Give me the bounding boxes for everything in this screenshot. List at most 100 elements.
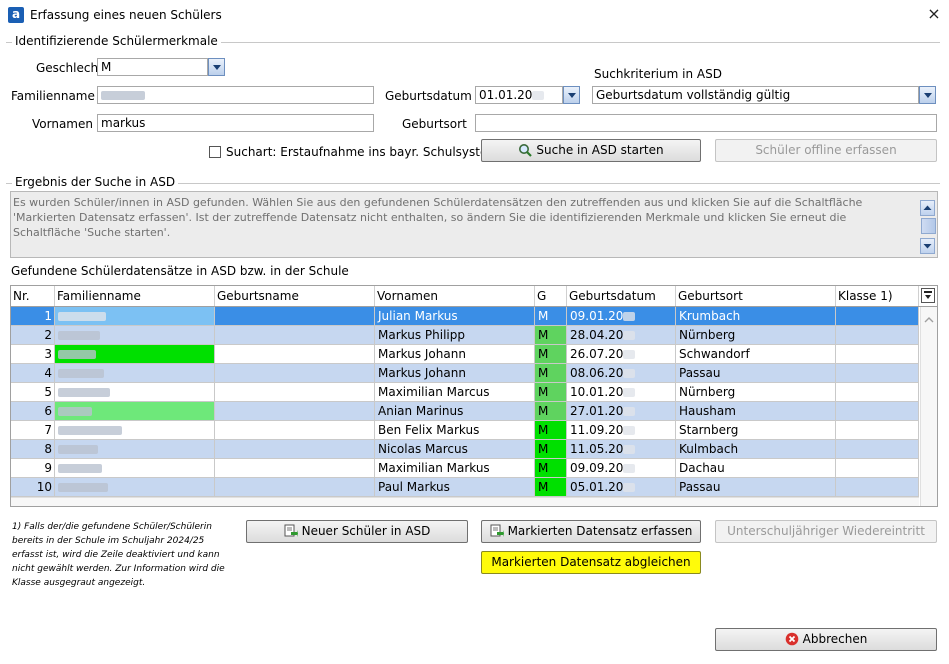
col-header-geburtsort[interactable]: Geburtsort [676, 286, 836, 306]
redacted-familienname [58, 312, 106, 321]
redacted-year [623, 464, 636, 473]
reentry-button[interactable]: Unterschuljähriger Wiedereintritt [715, 520, 937, 543]
geschlecht-dropdown-icon[interactable] [208, 58, 225, 76]
cell-klasse [836, 307, 919, 326]
cell-nr: 9 [11, 459, 55, 478]
cell-geschlecht: M [535, 459, 567, 478]
geschlecht-select[interactable]: M [97, 58, 208, 76]
cell-nr: 1 [11, 307, 55, 326]
table-row[interactable]: 9 Maximilian Markus M 09.09.20 Dachau [11, 459, 919, 478]
info-scroll-down-icon[interactable] [920, 238, 935, 254]
cell-geburtsort: Krumbach [676, 307, 836, 326]
cancel-icon [785, 632, 798, 646]
cell-familienname [55, 345, 215, 364]
redacted-familienname [58, 350, 96, 359]
geburtsdatum-text: 26.07.20 [570, 347, 624, 361]
geburtsdatum-value: 01.01.20 [479, 88, 533, 102]
geburtsdatum-label: Geburtsdatum [385, 89, 472, 103]
table-row[interactable]: 3 Markus Johann M 26.07.20 Schwandorf [11, 345, 919, 364]
cell-familienname [55, 364, 215, 383]
geschlecht-label: Geschlecht [36, 61, 103, 75]
cell-klasse [836, 345, 919, 364]
results-grid: Nr. Familienname Geburtsname Vornamen G … [10, 285, 938, 507]
table-row[interactable]: 6 Anian Marinus M 27.01.20 Hausham [11, 402, 919, 421]
redacted-familienname [58, 445, 98, 454]
col-header-geburtsdatum[interactable]: Geburtsdatum [567, 286, 676, 306]
col-header-klasse[interactable]: Klasse 1) [836, 286, 919, 306]
cell-vornamen: Maximilian Markus [375, 459, 535, 478]
redacted-familienname [101, 91, 145, 100]
vornamen-field[interactable]: markus [97, 114, 374, 132]
cell-geburtsname [215, 440, 375, 459]
cell-nr: 7 [11, 421, 55, 440]
redacted-year [532, 91, 545, 100]
cell-klasse [836, 421, 919, 440]
geburtsdatum-text: 27.01.20 [570, 404, 624, 418]
info-scroll-up-icon[interactable] [920, 200, 935, 216]
cell-geburtsdatum: 26.07.20 [567, 345, 676, 364]
redacted-familienname [58, 407, 92, 416]
cell-geburtsort: Kulmbach [676, 440, 836, 459]
redacted-year [623, 331, 636, 340]
cell-geburtsname [215, 326, 375, 345]
redacted-year [623, 312, 636, 321]
geburtsdatum-text: 28.04.20 [570, 328, 624, 342]
grid-scrollbar[interactable] [920, 307, 937, 506]
cell-geburtsort: Schwandorf [676, 345, 836, 364]
cell-geschlecht: M [535, 478, 567, 497]
cell-nr: 5 [11, 383, 55, 402]
geburtsdatum-field[interactable]: 01.01.20 [475, 86, 563, 104]
cell-vornamen: Julian Markus [375, 307, 535, 326]
cell-klasse [836, 383, 919, 402]
cell-geburtsname [215, 459, 375, 478]
table-row[interactable]: 7 Ben Felix Markus M 11.09.20 Starnberg [11, 421, 919, 440]
col-header-g[interactable]: G [535, 286, 567, 306]
cell-geburtsdatum: 28.04.20 [567, 326, 676, 345]
grid-title: Gefundene Schülerdatensätze in ASD bzw. … [11, 264, 349, 278]
familienname-field[interactable] [97, 86, 374, 104]
close-icon[interactable]: × [924, 4, 944, 24]
cell-geburtsdatum: 09.09.20 [567, 459, 676, 478]
cell-nr: 8 [11, 440, 55, 459]
cancel-button[interactable]: Abbrechen [715, 628, 937, 651]
cell-geburtsort: Starnberg [676, 421, 836, 440]
window-title: Erfassung eines neuen Schülers [30, 8, 222, 22]
cell-vornamen: Anian Marinus [375, 402, 535, 421]
col-header-nr[interactable]: Nr. [11, 286, 55, 306]
geburtsdatum-text: 05.01.20 [570, 480, 624, 494]
table-row[interactable]: 5 Maximilian Marcus M 10.01.20 Nürnberg [11, 383, 919, 402]
table-row[interactable]: 10 Paul Markus M 05.01.20 Passau [11, 478, 919, 497]
grid-scroll-up-icon[interactable] [921, 313, 937, 327]
cell-klasse [836, 478, 919, 497]
grid-hscrollbar[interactable] [11, 497, 919, 506]
col-header-familienname[interactable]: Familienname [55, 286, 215, 306]
column-chooser-icon[interactable] [921, 288, 935, 303]
geburtsdatum-dropdown-icon[interactable] [563, 86, 580, 104]
cancel-button-label: Abbrechen [802, 632, 868, 646]
table-row[interactable]: 1 Julian Markus M 09.01.20 Krumbach [11, 307, 919, 326]
cell-familienname [55, 326, 215, 345]
geburtsdatum-text: 11.09.20 [570, 423, 624, 437]
col-header-geburtsname[interactable]: Geburtsname [215, 286, 375, 306]
suchkriterium-dropdown-icon[interactable] [919, 86, 936, 104]
table-row[interactable]: 2 Markus Philipp M 28.04.20 Nürnberg [11, 326, 919, 345]
suchart-checkbox[interactable] [209, 146, 221, 158]
table-row[interactable]: 8 Nicolas Marcus M 11.05.20 Kulmbach [11, 440, 919, 459]
col-header-vornamen[interactable]: Vornamen [375, 286, 535, 306]
info-scroll-thumb[interactable] [921, 218, 936, 234]
cell-geschlecht: M [535, 364, 567, 383]
offline-capture-button[interactable]: Schüler offline erfassen [715, 139, 937, 162]
table-row[interactable]: 4 Markus Johann M 08.06.20 Passau [11, 364, 919, 383]
cell-geburtsname [215, 421, 375, 440]
cell-geburtsname [215, 478, 375, 497]
search-asd-button[interactable]: Suche in ASD starten [481, 139, 701, 162]
redacted-year [623, 426, 636, 435]
suchkriterium-select[interactable]: Geburtsdatum vollständig gültig [592, 86, 919, 104]
cell-klasse [836, 402, 919, 421]
compare-marked-button[interactable]: Markierten Datensatz abgleichen [481, 551, 701, 574]
cell-nr: 6 [11, 402, 55, 421]
capture-marked-button[interactable]: Markierten Datensatz erfassen [481, 520, 701, 543]
new-student-asd-button[interactable]: Neuer Schüler in ASD [246, 520, 468, 543]
cell-klasse [836, 364, 919, 383]
geburtsort-field[interactable] [475, 114, 937, 132]
